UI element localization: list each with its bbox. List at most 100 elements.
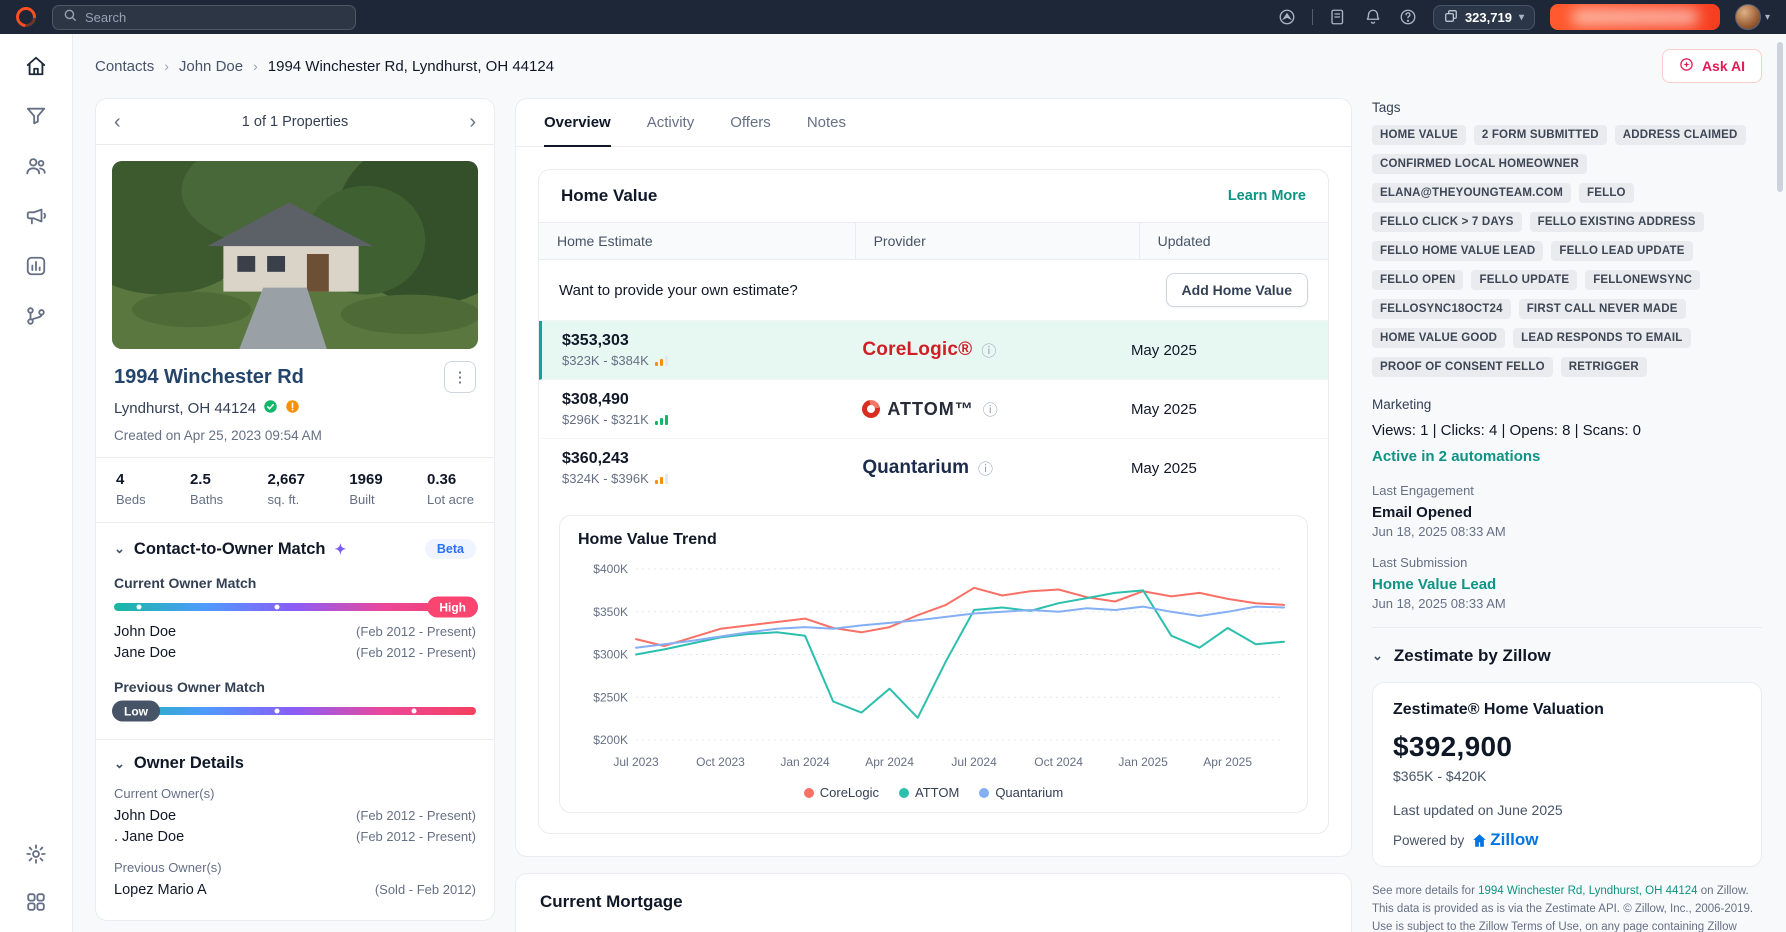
tag-chip[interactable]: FELLONEWSYNC	[1585, 270, 1701, 290]
redacted-action-button[interactable]	[1549, 4, 1720, 30]
tag-chip[interactable]: FELLO CLICK > 7 DAYS	[1372, 212, 1522, 232]
add-home-value-button[interactable]: Add Home Value	[1165, 273, 1308, 307]
sidebar-item-contacts[interactable]	[24, 154, 48, 178]
left-sidebar	[0, 34, 73, 932]
svg-text:Jul 2024: Jul 2024	[951, 755, 997, 769]
sidebar-item-reports[interactable]	[24, 254, 48, 278]
search-input[interactable]	[85, 9, 345, 25]
tag-chip[interactable]: HOME VALUE GOOD	[1372, 328, 1506, 348]
tag-chip[interactable]: CONFIRMED LOCAL HOMEOWNER	[1372, 154, 1588, 174]
tag-chip[interactable]: ELANA@THEYOUNGTEAM.COM	[1372, 183, 1571, 203]
property-pager: ‹ 1 of 1 Properties ›	[96, 99, 494, 145]
settings-gear-icon[interactable]	[24, 842, 48, 866]
breadcrumb-contacts[interactable]: Contacts	[95, 58, 154, 75]
search-box[interactable]	[52, 4, 356, 30]
tag-chip[interactable]: FELLOSYNC18OCT24	[1372, 299, 1511, 319]
chevron-down-icon: ⌄	[1372, 648, 1383, 663]
zestimate-range: $365K - $420K	[1393, 768, 1487, 784]
previous-owner-match-label: Previous Owner Match	[114, 679, 265, 695]
help-icon[interactable]	[1398, 7, 1418, 27]
home-value-row-corelogic[interactable]: $353,303 $323K - $384K CoreLogic® ⓘ May …	[539, 321, 1328, 380]
stat-label: sq. ft.	[267, 492, 300, 507]
property-stats: 4 Beds 2.5 Baths 2,667 sq. ft. 1969 Built 0.…	[96, 458, 494, 523]
apps-grid-icon[interactable]	[24, 890, 48, 914]
tag-chip[interactable]: LEAD RESPONDS TO EMAIL	[1513, 328, 1691, 348]
notifications-bell-icon[interactable]	[1363, 7, 1383, 27]
owner-details-header[interactable]: ⌄ Owner Details	[114, 754, 476, 773]
property-address-city: Lyndhurst, OH 44124	[114, 400, 257, 417]
svg-text:$350K: $350K	[593, 605, 628, 619]
chevron-right-icon: ›	[164, 58, 169, 74]
home-value-row-attom[interactable]: $308,490 $296K - $321K ATTOM™ ⓘ May 2025	[539, 380, 1328, 439]
info-icon[interactable]: ⓘ	[983, 399, 998, 420]
tab-offers[interactable]: Offers	[730, 99, 771, 147]
column-provider: Provider	[854, 223, 1139, 259]
tag-chip[interactable]: FELLO OPEN	[1372, 270, 1464, 290]
tab-overview[interactable]: Overview	[544, 99, 611, 147]
zestimate-section-header[interactable]: ⌄ Zestimate by Zillow	[1372, 627, 1762, 666]
boost-icon[interactable]	[1277, 7, 1297, 27]
topbar-divider	[1311, 9, 1313, 25]
legend-item: ATTOM	[899, 785, 959, 800]
disclaimer-address-link[interactable]: 1994 Winchester Rd, Lyndhurst, OH 44124	[1478, 885, 1697, 897]
tag-chip[interactable]: FELLO HOME VALUE LEAD	[1372, 241, 1544, 261]
svg-text:Jan 2024: Jan 2024	[780, 755, 830, 769]
alert-warning-icon	[285, 399, 300, 418]
info-icon[interactable]: ⓘ	[978, 458, 993, 479]
learn-more-link[interactable]: Learn More	[1228, 188, 1306, 204]
owner-period: (Feb 2012 - Present)	[356, 808, 476, 823]
tag-chip[interactable]: ADDRESS CLAIMED	[1614, 125, 1746, 145]
created-date: Created on Apr 25, 2023 09:54 AM	[96, 418, 494, 458]
tag-chip[interactable]: FELLO UPDATE	[1471, 270, 1578, 290]
right-sidebar: Tags HOME VALUE 2 FORM SUBMITTED ADDRESS C…	[1372, 98, 1762, 932]
fello-logo[interactable]	[11, 2, 41, 32]
property-photo	[112, 161, 478, 349]
kebab-menu-button[interactable]: ⋮	[444, 361, 476, 393]
stat-value: 2,667	[267, 471, 306, 488]
zillow-house-icon	[1473, 833, 1487, 847]
tag-chip[interactable]: FELLO EXISTING ADDRESS	[1529, 212, 1704, 232]
library-icon[interactable]	[1328, 7, 1348, 27]
verified-check-icon	[263, 399, 278, 418]
last-submission-link[interactable]: Home Value Lead	[1372, 576, 1762, 593]
sidebar-item-filters[interactable]	[24, 104, 48, 128]
beta-badge: Beta	[424, 539, 476, 559]
home-value-card: Home Value Learn More Home Estimate Prov…	[538, 169, 1329, 834]
svg-text:Apr 2024: Apr 2024	[865, 755, 914, 769]
updated-value: May 2025	[1130, 459, 1197, 477]
current-mortgage-card: Current Mortgage Total Mortgage Balance …	[515, 873, 1352, 932]
owner-details-title: Owner Details	[133, 754, 244, 772]
stat-label: Beds	[116, 492, 146, 507]
user-menu[interactable]: ▾	[1734, 4, 1770, 30]
zestimate-value: $392,900	[1393, 731, 1513, 762]
home-value-row-quantarium[interactable]: $360,243 $324K - $396K Quantarium ⓘ May …	[539, 439, 1328, 497]
info-icon[interactable]: ⓘ	[981, 340, 996, 361]
stat-label: Lot acre	[427, 492, 474, 507]
tag-chip[interactable]: FELLO	[1579, 183, 1634, 203]
credits-chip[interactable]: 323,719 ▾	[1432, 4, 1535, 30]
sidebar-item-home[interactable]	[24, 54, 48, 78]
tag-chip[interactable]: 2 FORM SUBMITTED	[1473, 125, 1607, 145]
svg-text:Jul 2023: Jul 2023	[613, 755, 659, 769]
automations-link[interactable]: Active in 2 automations	[1372, 448, 1762, 465]
tag-chip[interactable]: FELLO LEAD UPDATE	[1551, 241, 1693, 261]
tag-chip[interactable]: FIRST CALL NEVER MADE	[1518, 299, 1686, 319]
ask-ai-button[interactable]: Ask AI	[1661, 49, 1762, 83]
tab-activity[interactable]: Activity	[647, 99, 695, 147]
tags-title: Tags	[1372, 100, 1401, 115]
svg-text:$250K: $250K	[593, 690, 628, 704]
tag-chip[interactable]: PROOF OF CONSENT FELLO	[1372, 357, 1553, 377]
powered-by-label: Powered by	[1393, 832, 1465, 848]
match-section-header[interactable]: ⌄ Contact-to-Owner Match ✦ Beta	[114, 539, 476, 559]
tag-chip[interactable]: RETRIGGER	[1560, 357, 1647, 377]
zestimate-title: Zestimate® Home Valuation	[1393, 701, 1604, 718]
tab-notes[interactable]: Notes	[807, 99, 846, 147]
sidebar-item-marketing[interactable]	[24, 204, 48, 228]
chevron-right-icon[interactable]: ›	[469, 112, 476, 132]
scrollbar-thumb[interactable]	[1777, 42, 1783, 192]
chevron-left-icon[interactable]: ‹	[114, 112, 121, 132]
estimate-range: $324K - $396K	[562, 471, 649, 486]
sidebar-item-automations[interactable]	[24, 304, 48, 328]
tag-chip[interactable]: HOME VALUE	[1372, 125, 1466, 145]
breadcrumb-contact-name[interactable]: John Doe	[179, 58, 243, 75]
